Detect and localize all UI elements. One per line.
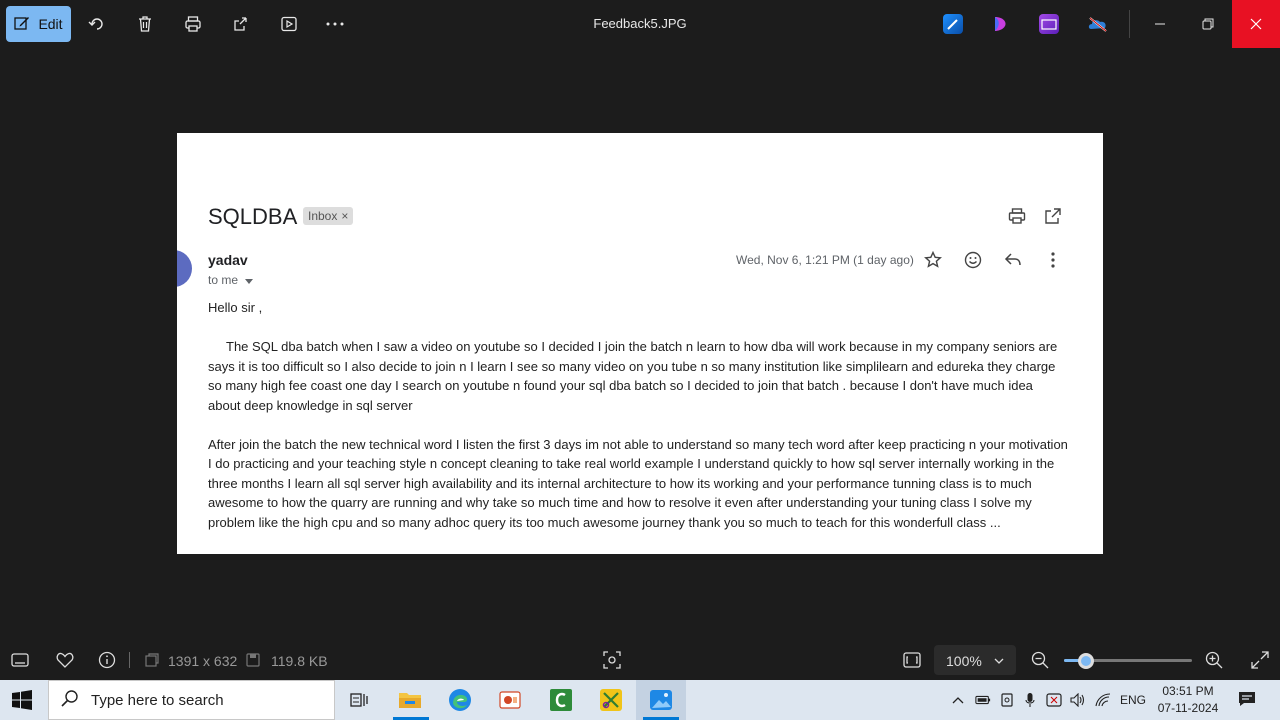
star-icon <box>922 249 944 271</box>
inbox-badge-label: Inbox <box>308 209 338 223</box>
fit-to-window-icon[interactable] <box>902 650 922 670</box>
share-icon[interactable] <box>224 7 258 41</box>
rotate-icon[interactable] <box>80 7 114 41</box>
info-icon[interactable] <box>97 650 117 670</box>
bottombar-separator <box>129 652 130 668</box>
emoji-icon <box>962 249 984 271</box>
snipping-tool-icon[interactable] <box>598 687 624 713</box>
print-icon[interactable] <box>176 7 210 41</box>
email-body: Hello sir , The SQL dba batch when I saw… <box>208 298 1068 552</box>
zoom-out-icon[interactable] <box>1030 650 1050 670</box>
show-hidden-icons[interactable] <box>950 692 966 708</box>
more-vert-icon <box>1042 249 1064 271</box>
inbox-badge: Inbox × <box>303 207 354 225</box>
windows-start-icon[interactable] <box>12 690 32 710</box>
meet-now-icon[interactable] <box>1046 692 1062 708</box>
image-dimensions: 1391 x 632 <box>168 653 238 669</box>
clock-time: 03:51 PM <box>1162 684 1214 698</box>
wifi-icon[interactable] <box>1095 692 1111 708</box>
minimize-icon[interactable] <box>1136 0 1184 48</box>
full-screen-icon[interactable] <box>1250 650 1270 670</box>
sender-name: yadav <box>208 252 248 268</box>
dimensions-icon <box>142 650 162 670</box>
restore-icon[interactable] <box>1184 0 1232 48</box>
avatar <box>177 250 192 287</box>
edit-icon <box>14 15 30 34</box>
zoom-slider-thumb[interactable] <box>1077 653 1094 669</box>
delete-icon[interactable] <box>128 7 162 41</box>
print-all-icon <box>1006 205 1028 227</box>
open-new-window-icon <box>1042 205 1064 227</box>
recipient-label: to me <box>208 273 239 287</box>
titlebar-separator <box>1129 10 1130 38</box>
edge-browser-icon[interactable] <box>447 687 473 713</box>
zoom-value: 100% <box>946 653 982 669</box>
badge-close-icon: × <box>341 209 349 223</box>
caret-down-icon <box>245 273 254 287</box>
favorite-icon[interactable] <box>55 650 75 670</box>
microphone-icon[interactable] <box>1022 692 1038 708</box>
system-clock[interactable]: 03:51 PM 07-11-2024 <box>1152 683 1224 717</box>
language-indicator[interactable]: ENG <box>1120 693 1146 707</box>
edit-label: Edit <box>38 16 63 32</box>
clock-date: 07-11-2024 <box>1157 701 1219 715</box>
taskbar-search-box[interactable]: Type here to search <box>48 680 335 720</box>
reply-icon <box>1002 249 1024 271</box>
photos-app-icon[interactable] <box>648 687 674 713</box>
battery-icon[interactable] <box>975 692 991 708</box>
notifications-icon[interactable] <box>1238 690 1256 708</box>
email-paragraph-2: After join the batch the new technical w… <box>208 436 1068 530</box>
file-size: 119.8 KB <box>271 653 328 669</box>
taskbar: Type here to search ENG 03:51 PM 07-11-2… <box>0 680 1280 720</box>
close-icon[interactable] <box>1232 0 1280 48</box>
file-size-icon <box>243 650 263 670</box>
designer-icon[interactable] <box>991 14 1011 34</box>
photo-editor-icon[interactable] <box>943 14 963 34</box>
visual-search-icon[interactable] <box>602 650 622 670</box>
zoom-dropdown[interactable]: 100% <box>934 645 1016 675</box>
email-subject: SQLDBA <box>208 204 298 229</box>
email-date: Wed, Nov 6, 1:21 PM (1 day ago) <box>736 253 914 267</box>
chevron-down-icon <box>994 653 1004 669</box>
bottom-toolbar: 1391 x 632 119.8 KB 100% <box>0 640 1280 680</box>
onedrive-icon[interactable] <box>1087 14 1107 34</box>
volume-icon[interactable] <box>1070 692 1086 708</box>
search-icon <box>61 689 79 711</box>
file-explorer-icon[interactable] <box>397 687 423 713</box>
title-bar: Edit Feedback5.JPG <box>0 0 1280 48</box>
slideshow-icon[interactable] <box>272 7 306 41</box>
filmstrip-icon[interactable] <box>10 650 30 670</box>
displayed-photo: SQLDBA Inbox × yadav to me Wed, Nov 6, 1:… <box>177 133 1103 554</box>
email-paragraph-1: The SQL dba batch when I saw a video on … <box>208 339 1058 413</box>
device-icon[interactable] <box>999 692 1015 708</box>
recipient-line: to me <box>208 273 254 287</box>
zoom-in-icon[interactable] <box>1204 650 1224 670</box>
email-greeting: Hello sir , <box>208 300 263 315</box>
clipchamp-icon[interactable] <box>1039 14 1059 34</box>
more-options-icon[interactable] <box>318 7 352 41</box>
camtasia-icon[interactable] <box>548 687 574 713</box>
powerpoint-icon[interactable] <box>497 687 523 713</box>
edit-button[interactable]: Edit <box>6 6 71 42</box>
search-placeholder: Type here to search <box>91 691 224 709</box>
task-view-icon[interactable] <box>347 687 373 713</box>
